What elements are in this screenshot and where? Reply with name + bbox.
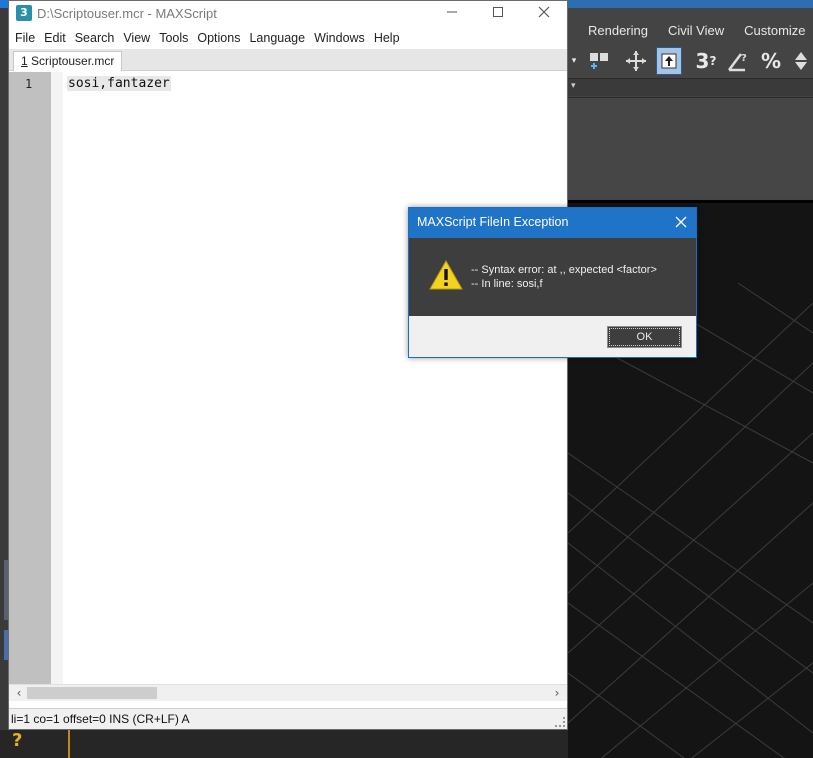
menu-language[interactable]: Language — [249, 31, 305, 45]
select-link-icon[interactable] — [586, 47, 612, 75]
editor-menubar: File Edit Search View Tools Options Lang… — [9, 28, 567, 48]
minimize-icon — [447, 11, 457, 13]
status-bar: li=1 co=1 offset=0 INS (CR+LF) A — [9, 708, 567, 729]
code-editor[interactable]: sosi,fantazer — [63, 72, 567, 684]
exception-dialog: MAXScript FileIn Exception -- Syntax err… — [408, 207, 697, 358]
menu-file[interactable]: File — [15, 31, 35, 45]
menu-windows[interactable]: Windows — [314, 31, 365, 45]
dropdown-arrow-icon[interactable]: ▾ — [571, 81, 576, 91]
menu-options[interactable]: Options — [197, 31, 240, 45]
maximize-icon — [493, 7, 503, 17]
dialog-title: MAXScript FileIn Exception — [417, 215, 569, 229]
max-titlebar-strip — [568, 0, 813, 8]
maxscript-editor-window: 3 D:\Scriptouser.mcr - MAXScript File Ed… — [8, 0, 568, 730]
angle-snap-icon[interactable]: ? — [724, 47, 752, 75]
dropdown-arrow-icon[interactable]: ▾ — [570, 47, 578, 75]
menu-tools[interactable]: Tools — [159, 31, 188, 45]
snap-3d-icon[interactable]: 3? — [692, 47, 720, 75]
tab-filename: Scriptouser.mcr — [27, 54, 115, 68]
percent-snap-icon[interactable]: % — [758, 47, 784, 75]
minimize-button[interactable] — [429, 1, 475, 27]
warning-icon — [429, 260, 463, 290]
window-title: D:\Scriptouser.mcr - MAXScript — [37, 6, 217, 21]
scroll-thumb[interactable] — [27, 687, 157, 699]
tab-index: 1 — [21, 54, 28, 68]
close-icon — [538, 6, 550, 18]
horizontal-scrollbar[interactable]: ‹ › — [9, 684, 567, 701]
maximize-button[interactable] — [475, 1, 521, 27]
max-menu-civil-view[interactable]: Civil View — [668, 23, 724, 38]
close-button[interactable] — [521, 1, 567, 27]
max-ribbon-panel — [568, 97, 813, 197]
menu-help[interactable]: Help — [374, 31, 400, 45]
scroll-right-icon[interactable]: › — [550, 685, 564, 701]
error-message-line-1: -- Syntax error: at ,, expected <factor> — [471, 264, 657, 276]
resize-grip-icon[interactable] — [555, 717, 565, 727]
maxscript-app-icon: 3 — [16, 5, 32, 21]
menu-search[interactable]: Search — [75, 31, 115, 45]
svg-text:?: ? — [741, 53, 747, 64]
menu-edit[interactable]: Edit — [44, 31, 66, 45]
dialog-body: -- Syntax error: at ,, expected <factor>… — [409, 238, 696, 316]
line-number: 1 — [25, 77, 33, 91]
max-menu-rendering[interactable]: Rendering — [588, 23, 648, 38]
move-icon[interactable] — [622, 47, 650, 75]
fold-margin[interactable] — [51, 72, 63, 684]
spinner-snap-icon[interactable] — [790, 47, 812, 75]
dialog-titlebar[interactable]: MAXScript FileIn Exception — [409, 208, 696, 238]
status-text: li=1 co=1 offset=0 INS (CR+LF) A — [11, 712, 190, 726]
dialog-close-button[interactable] — [668, 212, 694, 234]
separator — [68, 730, 70, 758]
menu-view[interactable]: View — [123, 31, 150, 45]
close-icon — [675, 216, 687, 228]
tab-scriptouser[interactable]: 1 Scriptouser.mcr — [13, 51, 123, 71]
select-object-icon[interactable] — [656, 47, 682, 75]
max-main-ui: Rendering Civil View Customize ▾ 3? ? % … — [568, 0, 813, 200]
max-ribbon-bar: ▾ — [568, 78, 813, 96]
max-main-toolbar: ▾ 3? ? % — [568, 45, 813, 77]
max-bottom-bar: ? — [0, 730, 568, 758]
ok-button[interactable]: OK — [607, 326, 682, 348]
editor-tabbar: 1 Scriptouser.mcr — [9, 49, 567, 71]
max-menu-customize[interactable]: Customize — [744, 23, 805, 38]
error-message-line-2: -- In line: sosi,f — [471, 278, 543, 290]
max-menubar: Rendering Civil View Customize — [568, 14, 813, 46]
code-line[interactable]: sosi,fantazer — [67, 76, 171, 91]
line-number-gutter: 1 — [9, 72, 51, 684]
help-question-icon[interactable]: ? — [12, 730, 22, 751]
dialog-footer: OK — [409, 316, 696, 357]
scroll-left-icon[interactable]: ‹ — [12, 685, 26, 701]
editor-titlebar[interactable]: 3 D:\Scriptouser.mcr - MAXScript — [9, 1, 567, 27]
